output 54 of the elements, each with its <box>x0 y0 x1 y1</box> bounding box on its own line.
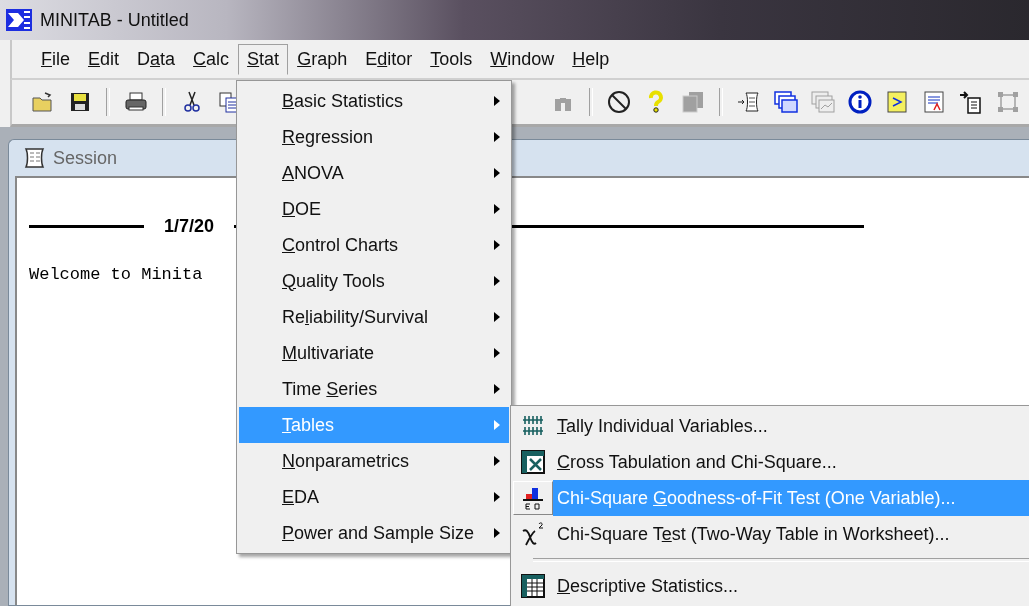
menu-item[interactable]: Regression <box>239 119 509 155</box>
menu-item[interactable]: Data <box>128 43 185 75</box>
toolbar-button[interactable] <box>606 89 632 115</box>
menu-item[interactable]: DOE <box>239 191 509 227</box>
menu-item[interactable]: Tools <box>421 43 482 75</box>
printer-icon <box>124 90 148 114</box>
worksheets-icon <box>774 90 798 114</box>
menu-item[interactable]: ANOVA <box>239 155 509 191</box>
menu-item[interactable]: Basic Statistics <box>239 83 509 119</box>
menu-item[interactable]: File <box>32 43 79 75</box>
menu-item[interactable]: Cross Tabulation and Chi-Square... <box>553 444 1029 480</box>
chi-square-icon <box>520 521 546 547</box>
bar-chart-icon <box>520 485 546 511</box>
app-logo-icon <box>6 9 32 31</box>
stacked-pages-icon <box>681 90 705 114</box>
menu-item[interactable]: Editor <box>356 43 422 75</box>
menu-item[interactable]: Power and Sample Size <box>239 515 509 551</box>
menu-item[interactable]: Chi-Square Test (Two-Way Table in Worksheet)... <box>553 516 1029 552</box>
menu-item[interactable]: Tally Individual Variables... <box>553 408 1029 444</box>
menu-item[interactable]: Help <box>563 43 619 75</box>
frame-icon <box>996 90 1020 114</box>
menu-item[interactable]: Time Series <box>239 371 509 407</box>
menu-item[interactable]: EDA <box>239 479 509 515</box>
arrow-document-icon <box>959 90 983 114</box>
toolbar-button[interactable] <box>958 89 984 115</box>
table-icon <box>520 573 546 599</box>
toolbar-button[interactable] <box>884 89 910 115</box>
folder-icon <box>31 90 55 114</box>
session-date: 1/7/20 <box>164 216 215 237</box>
menu-item[interactable]: Quality Tools <box>239 263 509 299</box>
toolbar-button[interactable] <box>847 89 873 115</box>
window-title: MINITAB - Untitled <box>40 9 189 31</box>
menu-item[interactable]: Edit <box>79 43 129 75</box>
scroll-icon <box>23 147 47 169</box>
menu-item[interactable]: Descriptive Statistics... <box>553 568 1029 604</box>
menu-item[interactable]: Graph <box>288 43 357 75</box>
menu-item[interactable]: Control Charts <box>239 227 509 263</box>
cross-table-icon <box>520 449 546 475</box>
welcome-text: Welcome to Minita <box>29 265 203 284</box>
graph-windows-icon <box>811 90 835 114</box>
menu-item[interactable]: Window <box>481 43 564 75</box>
session-title: Session <box>53 147 118 169</box>
menu-item[interactable]: Reliability/Survival <box>239 299 509 335</box>
cancel-icon <box>607 90 631 114</box>
info-icon <box>848 90 872 114</box>
notepad-icon <box>885 90 909 114</box>
scroll-icon <box>737 90 761 114</box>
toolbar-button[interactable] <box>773 89 799 115</box>
toolbar-button[interactable] <box>736 89 762 115</box>
menu-item[interactable]: Nonparametrics <box>239 443 509 479</box>
menu-item[interactable]: Stat <box>238 43 289 75</box>
menu-item[interactable]: Multivariate <box>239 335 509 371</box>
report-pad-icon <box>922 90 946 114</box>
menu-item[interactable]: Calc <box>184 43 239 75</box>
